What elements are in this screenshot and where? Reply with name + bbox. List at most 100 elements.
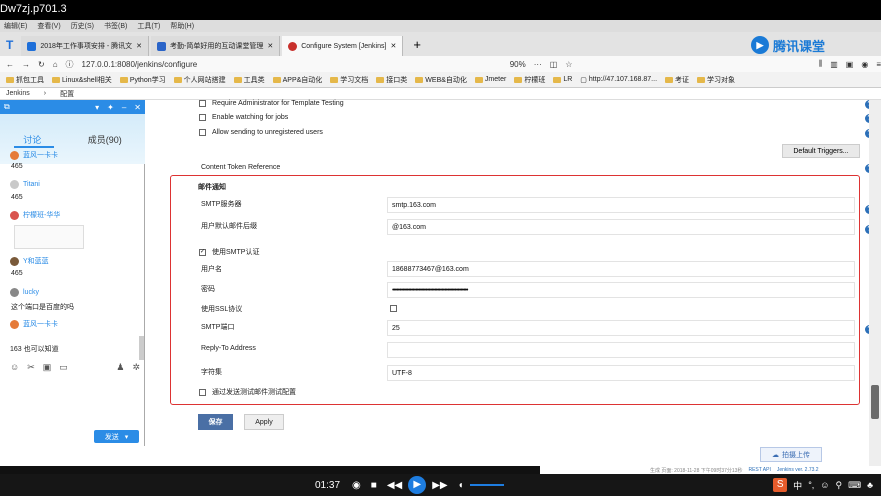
menu-tools[interactable]: 工具(T): [137, 21, 160, 31]
volume-slider[interactable]: [469, 484, 504, 486]
fast-forward-icon[interactable]: ▶▶: [432, 480, 447, 491]
bookmark-item[interactable]: 接口类: [376, 75, 407, 85]
menu-bookmarks[interactable]: 书签(B): [104, 21, 127, 31]
option-label: Allow sending to unregistered users: [212, 129, 323, 136]
bookmark-item[interactable]: WEB&自动化: [415, 75, 467, 85]
chat-input-text[interactable]: 163 也可以知道: [10, 344, 59, 354]
close-icon[interactable]: ✕: [267, 42, 273, 50]
pocket-icon[interactable]: ◫: [550, 60, 558, 69]
tab-attendance[interactable]: 考勤-简单好用的互动课堂管理 ✕: [151, 36, 281, 56]
close-icon[interactable]: ✕: [136, 42, 142, 50]
sogou-ime-icon[interactable]: S: [773, 478, 788, 492]
enable-watching-checkbox[interactable]: [199, 114, 206, 121]
smtp-auth-checkbox[interactable]: ✓: [199, 248, 206, 256]
sidebar-icon[interactable]: ▥: [830, 60, 838, 69]
bookmark-item[interactable]: ▢ http://47.107.168.87...: [580, 76, 657, 84]
zoom-level[interactable]: 90%: [510, 60, 526, 69]
volume-icon[interactable]: ◖: [458, 480, 464, 491]
ime-emoji-icon[interactable]: ☺: [820, 480, 829, 490]
forward-icon[interactable]: →: [22, 60, 30, 69]
bookmark-item[interactable]: 抓包工具: [6, 75, 44, 85]
bookmark-item[interactable]: 学习文档: [330, 75, 368, 85]
active-tab-indicator: [14, 146, 54, 148]
bookmark-item[interactable]: 柠檬班: [514, 75, 545, 85]
menu-view[interactable]: 查看(V): [37, 21, 60, 31]
footer-rest-api[interactable]: REST API: [748, 467, 770, 473]
bookmark-item[interactable]: APP&自动化: [272, 75, 322, 85]
reload-icon[interactable]: ↻: [38, 60, 45, 69]
smtp-port-input[interactable]: 25: [387, 320, 855, 336]
extension-icon[interactable]: ◉: [861, 60, 868, 69]
close-icon[interactable]: ✕: [134, 103, 141, 112]
menu-icon[interactable]: ≡: [876, 60, 881, 69]
minimize-icon[interactable]: –: [122, 103, 126, 112]
bookmark-item[interactable]: Python学习: [119, 75, 166, 85]
menu-history[interactable]: 历史(S): [71, 21, 94, 31]
play-icon[interactable]: ▶: [408, 476, 427, 494]
menu-help[interactable]: 帮助(H): [170, 21, 194, 31]
test-email-checkbox[interactable]: [199, 388, 206, 396]
qq-chat-header: ⧉ ▾ ✦ – ✕: [0, 100, 145, 114]
ssl-checkbox[interactable]: [390, 305, 397, 312]
image-icon[interactable]: ▣: [43, 362, 52, 373]
require-admin-checkbox[interactable]: [199, 100, 206, 107]
upload-button[interactable]: ☁ 拍摄上传: [760, 447, 822, 462]
library-icon[interactable]: ⫼: [819, 59, 823, 69]
scissors-icon[interactable]: ✂: [27, 362, 35, 373]
unregistered-users-checkbox[interactable]: [199, 129, 206, 136]
dropdown-icon[interactable]: ▾: [95, 103, 99, 112]
bookmark-star-icon[interactable]: ☆: [565, 60, 572, 69]
home-icon[interactable]: ⌂: [53, 60, 58, 69]
password-input[interactable]: ••••••••••••••••••••••••••••••••••••••••…: [387, 282, 855, 298]
bookmark-item[interactable]: 考证: [665, 75, 689, 85]
rewind-icon[interactable]: ◀◀: [387, 480, 402, 491]
bookmark-label: http://47.107.168.87...: [588, 76, 658, 83]
bookmark-item[interactable]: Jmeter: [474, 76, 506, 83]
save-button[interactable]: 保存: [198, 414, 233, 430]
footer-version[interactable]: Jenkins ver. 2.73.2: [777, 467, 819, 473]
ime-punct-icon[interactable]: °,: [808, 480, 814, 490]
username-input[interactable]: 18688773467@163.com: [387, 261, 855, 277]
reply-to-input[interactable]: [387, 342, 855, 358]
info-icon[interactable]: ⓘ: [66, 59, 74, 70]
bookmark-item[interactable]: Linux&shell相关: [52, 75, 112, 85]
player-mode-icon[interactable]: ◉: [352, 480, 361, 491]
ime-chinese-icon[interactable]: 中: [793, 479, 802, 492]
bookmark-item[interactable]: 个人网站搭建: [173, 75, 226, 85]
tab-work-schedule[interactable]: 2018年工作事项安排 - 腾讯文 ✕: [21, 36, 150, 56]
back-icon[interactable]: ←: [6, 60, 14, 69]
tab-discuss[interactable]: 讨论: [23, 133, 41, 146]
ime-skin-icon[interactable]: ♣: [867, 480, 873, 490]
default-suffix-input[interactable]: @163.com: [387, 219, 855, 235]
close-icon[interactable]: ✕: [390, 42, 396, 50]
tab-members[interactable]: 成员(90): [88, 133, 122, 146]
charset-input[interactable]: UTF-8: [387, 365, 855, 381]
emoji-icon[interactable]: ☺: [10, 362, 19, 373]
menu-edit[interactable]: 编辑(E): [4, 21, 27, 31]
chat-scrollbar[interactable]: [139, 336, 144, 360]
apply-button[interactable]: Apply: [244, 414, 284, 430]
breadcrumb-configure[interactable]: 配置: [60, 89, 74, 99]
profile-icon[interactable]: ♟: [116, 362, 124, 373]
new-tab-icon[interactable]: +: [405, 37, 429, 56]
shared-image[interactable]: [14, 225, 84, 249]
bookmark-item[interactable]: 学习对象: [697, 75, 735, 85]
url-field[interactable]: 127.0.0.1:8080/jenkins/configure: [82, 58, 427, 70]
default-triggers-button[interactable]: Default Triggers...: [782, 144, 860, 158]
smtp-server-input[interactable]: smtp.163.com: [387, 197, 855, 213]
settings-icon[interactable]: ✲: [132, 362, 140, 373]
folder-icon[interactable]: ▭: [59, 362, 68, 373]
page-scrollbar-thumb[interactable]: [871, 385, 879, 419]
breadcrumb-jenkins[interactable]: Jenkins: [6, 90, 30, 97]
send-button[interactable]: 发送 ▾: [94, 430, 139, 443]
bookmark-item[interactable]: LR: [553, 76, 572, 83]
ime-keyboard-icon[interactable]: ⌨: [848, 480, 861, 491]
window-icon[interactable]: ▣: [846, 60, 854, 69]
pin-icon[interactable]: ✦: [107, 103, 114, 112]
more-icon[interactable]: ···: [534, 60, 542, 69]
tab-configure-system[interactable]: Configure System [Jenkins] ✕: [282, 36, 404, 56]
stop-icon[interactable]: ■: [371, 480, 377, 491]
ime-mic-icon[interactable]: ⚲: [836, 480, 843, 491]
chevron-down-icon[interactable]: ▾: [125, 433, 129, 441]
bookmark-item[interactable]: 工具类: [233, 75, 265, 85]
